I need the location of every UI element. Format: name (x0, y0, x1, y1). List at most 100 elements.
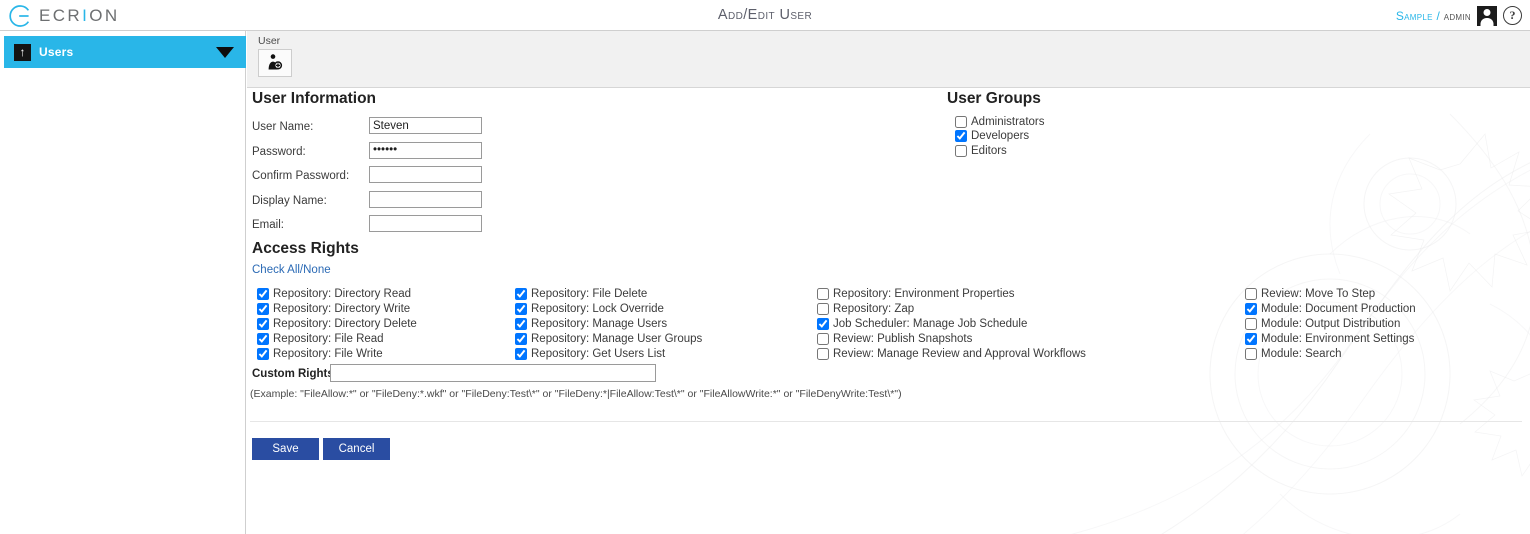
access-right-checkbox[interactable] (515, 333, 527, 346)
confirm-password-field-label: Confirm Password: (252, 170, 350, 183)
access-right-checkbox[interactable] (1245, 333, 1257, 346)
access-right-row[interactable]: Repository: File Delete (515, 286, 647, 301)
user-group-checkbox[interactable] (955, 115, 967, 128)
access-right-checkbox[interactable] (257, 302, 269, 315)
access-right-checkbox[interactable] (515, 317, 527, 330)
access-right-row[interactable]: Repository: Directory Read (257, 286, 411, 301)
user-group-row[interactable]: Developers (955, 129, 1029, 144)
ribbon-group-user: User (254, 33, 314, 85)
sidebar-item-label: Users (39, 45, 74, 59)
access-right-label: Repository: Directory Delete (273, 317, 417, 330)
access-right-row[interactable]: Review: Manage Review and Approval Workf… (817, 347, 1086, 362)
access-right-row[interactable]: Module: Search (1245, 347, 1342, 362)
avatar-body (1480, 17, 1494, 26)
access-right-label: Review: Manage Review and Approval Workf… (833, 348, 1086, 361)
save-button[interactable]: Save (252, 438, 319, 460)
access-right-row[interactable]: Review: Move To Step (1245, 286, 1375, 301)
custom-rights-example-text: (Example: "FileAllow:*" or "FileDeny:*.w… (250, 388, 902, 400)
access-right-row[interactable]: Review: Publish Snapshots (817, 332, 972, 347)
chevron-down-icon[interactable] (216, 46, 234, 58)
access-rights-heading: Access Rights (252, 240, 359, 257)
user-group-row[interactable]: Editors (955, 143, 1007, 158)
sidebar-item-users[interactable]: ↑ Users (4, 36, 246, 68)
main-content: User Information User Name: Password: Conf… (247, 88, 1530, 534)
access-right-checkbox[interactable] (515, 302, 527, 315)
access-right-checkbox[interactable] (817, 302, 829, 315)
access-right-label: Repository: Environment Properties (833, 287, 1015, 300)
environment-name: Sample (1395, 8, 1433, 23)
up-arrow-icon: ↑ (14, 43, 31, 61)
add-user-button[interactable] (258, 49, 292, 77)
access-right-checkbox[interactable] (515, 348, 527, 361)
access-right-label: Module: Output Distribution (1261, 317, 1401, 330)
access-right-row[interactable]: Module: Document Production (1245, 301, 1416, 316)
access-right-checkbox[interactable] (817, 333, 829, 346)
access-right-checkbox[interactable] (257, 333, 269, 346)
access-right-checkbox[interactable] (257, 317, 269, 330)
access-right-row[interactable]: Job Scheduler: Manage Job Schedule (817, 316, 1027, 331)
access-right-checkbox[interactable] (257, 287, 269, 300)
access-right-row[interactable]: Repository: Lock Override (515, 301, 664, 316)
user-avatar-icon[interactable] (1477, 5, 1497, 26)
question-mark-icon[interactable]: ? (1503, 6, 1522, 25)
access-right-label: Repository: File Read (273, 333, 384, 346)
access-right-label: Repository: Lock Override (531, 302, 664, 315)
top-header-bar: ECRION Add/Edit User Sample / admin ? (0, 0, 1530, 31)
account-label[interactable]: Sample / admin (1396, 9, 1471, 23)
user-name-field[interactable] (369, 117, 482, 134)
user-name-field-label: User Name: (252, 121, 314, 133)
access-right-label: Repository: Directory Read (273, 287, 412, 300)
access-right-label: Repository: Zap (833, 302, 915, 315)
access-right-label: Module: Document Production (1261, 302, 1416, 315)
check-all-none-link[interactable]: Check All/None (252, 264, 331, 276)
access-right-row[interactable]: Repository: File Read (257, 332, 384, 347)
access-right-label: Repository: Directory Write (273, 302, 411, 315)
user-group-row[interactable]: Administrators (955, 114, 1045, 129)
password-field-label: Password: (252, 145, 306, 158)
user-group-checkbox[interactable] (955, 130, 967, 143)
access-right-checkbox[interactable] (817, 348, 829, 361)
access-right-label: Module: Search (1261, 348, 1342, 361)
page-title: Add/Edit User (717, 7, 813, 23)
avatar-head (1483, 8, 1491, 16)
access-right-row[interactable]: Repository: Manage User Groups (515, 332, 702, 347)
access-right-row[interactable]: Repository: Directory Write (257, 301, 410, 316)
ribbon-group-label: User (258, 35, 281, 47)
access-right-label: Repository: Get Users List (531, 348, 666, 361)
access-right-checkbox[interactable] (1245, 302, 1257, 315)
form-action-bar: Save Cancel (252, 438, 390, 460)
access-right-row[interactable]: Module: Output Distribution (1245, 316, 1400, 331)
access-right-checkbox[interactable] (1245, 287, 1257, 300)
access-right-checkbox[interactable] (817, 287, 829, 300)
access-right-label: Repository: File Delete (531, 287, 648, 300)
user-group-checkbox[interactable] (955, 144, 967, 157)
email-field[interactable] (369, 215, 482, 233)
access-right-checkbox[interactable] (1245, 317, 1257, 330)
access-right-row[interactable]: Module: Environment Settings (1245, 332, 1414, 347)
confirm-password-field[interactable] (369, 166, 482, 184)
user-group-label: Developers (971, 130, 1030, 143)
access-right-row[interactable]: Repository: Manage Users (515, 316, 667, 331)
custom-rights-input[interactable] (330, 364, 656, 382)
access-right-row[interactable]: Repository: Get Users List (515, 347, 665, 362)
custom-rights-label: Custom Rights: (252, 368, 338, 380)
access-right-label: Review: Publish Snapshots (833, 333, 973, 346)
password-field[interactable] (369, 141, 482, 159)
cancel-button[interactable]: Cancel (323, 438, 390, 460)
display-name-field[interactable] (369, 190, 482, 208)
access-right-row[interactable]: Repository: File Write (257, 347, 383, 362)
access-right-checkbox[interactable] (257, 348, 269, 361)
account-user-name: admin (1443, 8, 1471, 23)
access-right-label: Review: Move To Step (1261, 287, 1376, 300)
access-right-checkbox[interactable] (515, 287, 527, 300)
access-right-label: Repository: Manage Users (531, 317, 668, 330)
display-name-field-label: Display Name: (252, 194, 327, 207)
ribbon-toolbar: User (247, 31, 1530, 88)
add-user-icon (266, 53, 284, 74)
access-right-row[interactable]: Repository: Environment Properties (817, 286, 1015, 301)
access-right-checkbox[interactable] (817, 317, 829, 330)
access-right-row[interactable]: Repository: Zap (817, 301, 914, 316)
access-right-row[interactable]: Repository: Directory Delete (257, 316, 417, 331)
access-right-label: Job Scheduler: Manage Job Schedule (833, 317, 1028, 330)
access-right-checkbox[interactable] (1245, 348, 1257, 361)
